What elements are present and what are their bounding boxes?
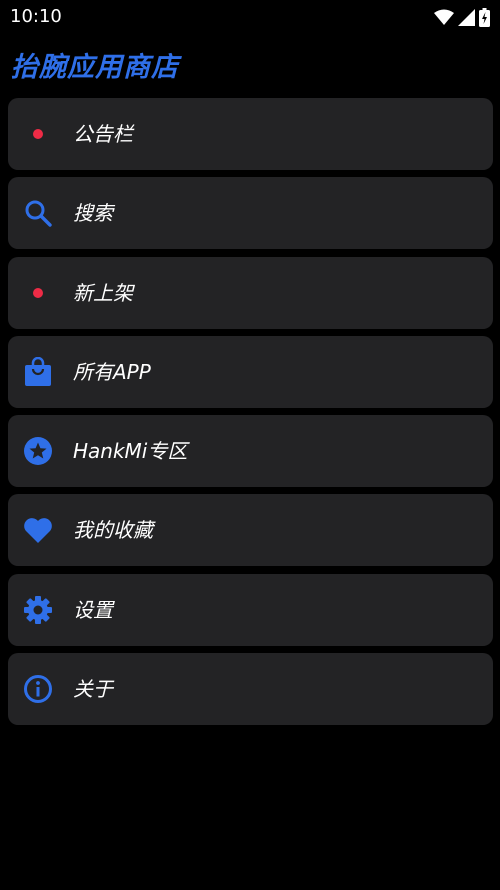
menu-item-label: 设置 (73, 597, 113, 622)
shopping-bag-icon (23, 356, 53, 387)
menu-item-announcements[interactable]: 公告栏 (8, 98, 493, 170)
wifi-icon (434, 9, 454, 25)
search-icon (23, 198, 53, 228)
red-dot-indicator (23, 278, 53, 308)
menu-item-settings[interactable]: 设置 (8, 573, 493, 646)
menu-item-favorites[interactable]: 我的收藏 (8, 494, 493, 567)
menu-item-label: 搜索 (73, 201, 113, 226)
menu-item-all-apps[interactable]: 所有APP (8, 335, 493, 408)
red-dot-indicator (23, 119, 53, 149)
menu-item-search[interactable]: 搜索 (8, 177, 493, 250)
menu-item-label: HankMi专区 (73, 439, 188, 464)
menu-item-label: 关于 (73, 677, 113, 702)
menu-item-hankmi-zone[interactable]: HankMi专区 (8, 415, 493, 488)
app-title: 抬腕应用商店 (11, 52, 179, 83)
menu-item-new-arrivals[interactable]: 新上架 (8, 256, 493, 329)
menu-item-label: 我的收藏 (73, 518, 153, 543)
main-menu: 公告栏 搜索 新上架 所有APP HankMi专区 我的收藏 设置 关于 (8, 98, 493, 732)
battery-icon (479, 7, 490, 27)
menu-item-label: 所有APP (73, 359, 151, 384)
heart-icon (23, 515, 53, 545)
star-badge-icon (23, 436, 53, 466)
status-time: 10:10 (10, 6, 62, 27)
info-icon (23, 674, 53, 704)
menu-item-label: 新上架 (73, 280, 133, 305)
gear-icon (23, 595, 53, 625)
signal-icon (458, 8, 475, 26)
status-icons (434, 7, 490, 27)
menu-item-label: 公告栏 (73, 122, 133, 146)
menu-item-about[interactable]: 关于 (8, 653, 493, 726)
status-bar: 10:10 (0, 0, 500, 34)
